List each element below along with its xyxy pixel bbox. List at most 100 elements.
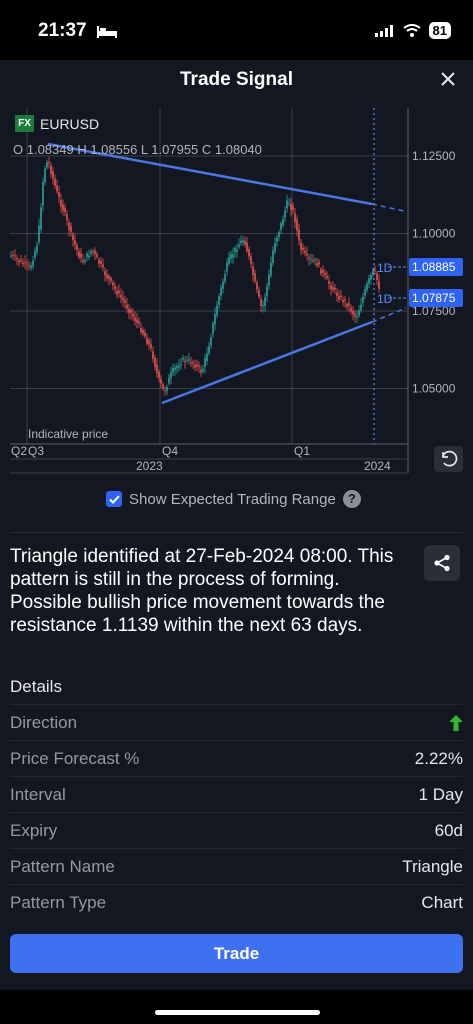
- candle-body: [220, 287, 222, 296]
- candle-body: [106, 274, 108, 279]
- candle-body: [334, 287, 336, 290]
- candle-body: [150, 344, 152, 349]
- candle-body: [40, 207, 42, 230]
- price-chart[interactable]: 1.125001.100001.075001.05000Q2 Q3 Q4 Q12023…: [0, 105, 473, 477]
- candle-body: [154, 357, 156, 367]
- candle-body: [80, 253, 82, 258]
- home-bar: [0, 990, 473, 1024]
- candle-body: [290, 204, 292, 210]
- candle-body: [274, 243, 276, 252]
- candle-body: [60, 200, 62, 207]
- candle-body: [270, 262, 272, 276]
- candle-body: [108, 276, 110, 280]
- status-bar: 21:37 81: [0, 0, 473, 60]
- candle-body: [340, 295, 342, 297]
- candle-body: [152, 351, 154, 359]
- close-icon[interactable]: [437, 68, 459, 90]
- detail-row-interval: Interval 1 Day: [10, 776, 463, 812]
- detail-label: Price Forecast %: [10, 748, 140, 768]
- resistance-projection: [371, 203, 405, 212]
- candle-body: [44, 168, 46, 183]
- fx-badge: FX: [15, 115, 34, 132]
- symbol-label: EURUSD: [40, 116, 100, 132]
- candle-body: [260, 298, 262, 306]
- candle-body: [112, 282, 114, 286]
- candle-body: [282, 218, 284, 226]
- candle-body: [308, 257, 310, 259]
- candle-body: [94, 250, 96, 254]
- candle-body: [206, 353, 208, 362]
- share-button[interactable]: [424, 545, 460, 581]
- candle-body: [242, 240, 244, 243]
- candle-body: [202, 368, 204, 372]
- candle-body: [320, 269, 322, 274]
- cellular-signal-icon: [374, 24, 393, 37]
- candle-body: [294, 213, 296, 223]
- candle-body: [48, 162, 50, 164]
- candle-body: [250, 256, 252, 264]
- support-projection: [371, 307, 407, 323]
- help-icon[interactable]: ?: [342, 490, 361, 508]
- triangle-pattern: [47, 108, 408, 444]
- y-tick-label: 1.05000: [412, 382, 456, 396]
- candle-body: [360, 304, 362, 311]
- candle-body: [142, 329, 144, 334]
- candle-body: [88, 255, 90, 258]
- sleep-icon: [97, 26, 117, 38]
- candle-body: [188, 359, 190, 361]
- home-indicator[interactable]: [155, 1010, 320, 1015]
- candles: [10, 156, 380, 396]
- candle-body: [224, 274, 226, 282]
- candle-body: [164, 390, 166, 392]
- candle-body: [130, 309, 132, 313]
- detail-value: 2.22%: [414, 748, 463, 768]
- candle-body: [330, 285, 332, 290]
- year-label: 2023: [136, 459, 163, 473]
- candle-body: [98, 259, 100, 264]
- expected-range-option[interactable]: Show Expected Trading Range ?: [106, 490, 361, 508]
- candle-body: [100, 261, 102, 265]
- page-title: Trade Signal: [180, 69, 293, 90]
- candle-body: [104, 271, 106, 276]
- candle-body: [146, 338, 148, 344]
- candle-body: [116, 291, 118, 295]
- candle-body: [74, 240, 76, 245]
- candle-body: [196, 364, 198, 367]
- detail-label: Interval: [10, 784, 66, 804]
- x-tick-label: Q4: [162, 444, 178, 458]
- candle-body: [284, 210, 286, 218]
- detail-value: 60d: [434, 820, 463, 840]
- candle-body: [292, 205, 294, 211]
- candle-body: [364, 288, 366, 296]
- candle-body: [172, 367, 174, 373]
- candle-body: [30, 265, 32, 269]
- detail-label: Pattern Name: [10, 856, 115, 876]
- candle-body: [118, 290, 120, 293]
- candle-body: [326, 275, 328, 279]
- detail-row-pattern-type: Pattern Type Chart: [10, 884, 463, 920]
- candle-body: [216, 305, 218, 316]
- candle-body: [328, 280, 330, 284]
- y-tick-label: 1.12500: [412, 149, 456, 163]
- candle-body: [212, 323, 214, 334]
- candle-body: [230, 254, 232, 259]
- expected-range-label: Show Expected Trading Range: [129, 490, 336, 508]
- candle-body: [140, 327, 142, 333]
- candle-body: [90, 251, 92, 254]
- detail-row-direction: Direction: [10, 704, 463, 740]
- candle-body: [110, 278, 112, 281]
- detail-label: Expiry: [10, 820, 58, 840]
- trade-button[interactable]: Trade: [10, 934, 463, 973]
- candle-body: [168, 377, 170, 384]
- candle-body: [10, 255, 12, 257]
- expected-range-checkbox[interactable]: [106, 491, 122, 507]
- candle-body: [182, 357, 184, 360]
- candle-body: [166, 386, 168, 392]
- candle-body: [368, 278, 370, 284]
- candle-body: [312, 260, 314, 262]
- candle-body: [336, 292, 338, 296]
- candle-body: [352, 310, 354, 315]
- candle-body: [228, 257, 230, 264]
- candle-body: [204, 357, 206, 367]
- candle-body: [346, 304, 348, 307]
